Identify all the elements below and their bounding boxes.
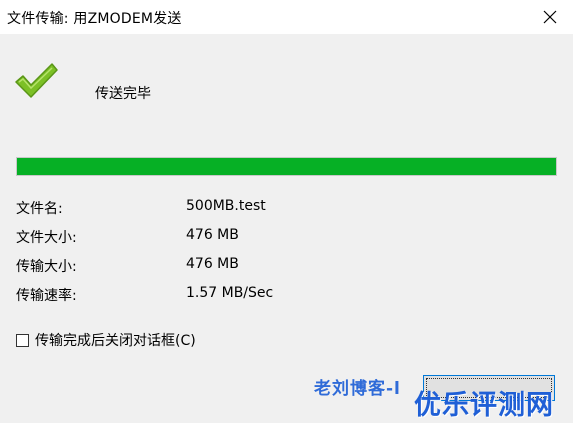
- speed-value: 1.57 MB/Sec: [186, 285, 274, 301]
- window-title: 文件传输: 用ZMODEM发送: [7, 11, 182, 27]
- watermark-blog: 老刘博客-l: [314, 379, 401, 399]
- close-on-complete-option[interactable]: 传输完成后关闭对话框(C): [16, 330, 196, 350]
- speed-row: 传输速率: 1.57 MB/Sec: [16, 285, 556, 307]
- checkmark-icon: [15, 63, 58, 98]
- close-on-complete-label: 传输完成后关闭对话框(C): [35, 333, 196, 349]
- transferred-label: 传输大小:: [16, 259, 77, 275]
- transferred-value: 476 MB: [186, 256, 239, 272]
- filename-row: 文件名: 500MB.test: [16, 198, 556, 220]
- filesize-value: 476 MB: [186, 227, 239, 243]
- filename-value: 500MB.test: [186, 198, 266, 214]
- watermark-site: 优乐评测网: [414, 390, 554, 421]
- close-on-complete-checkbox[interactable]: [16, 333, 29, 347]
- filesize-row: 文件大小: 476 MB: [16, 227, 556, 249]
- filesize-label: 文件大小:: [16, 230, 77, 246]
- status-text: 传送完毕: [95, 86, 151, 102]
- title-bar: 文件传输: 用ZMODEM发送: [0, 0, 573, 34]
- window-close-button[interactable]: [527, 0, 573, 34]
- speed-label: 传输速率:: [16, 288, 77, 304]
- progress-bar: [16, 157, 557, 176]
- transferred-row: 传输大小: 476 MB: [16, 256, 556, 278]
- progress-fill: [17, 158, 556, 175]
- filename-label: 文件名:: [16, 201, 63, 217]
- close-icon: [543, 10, 557, 24]
